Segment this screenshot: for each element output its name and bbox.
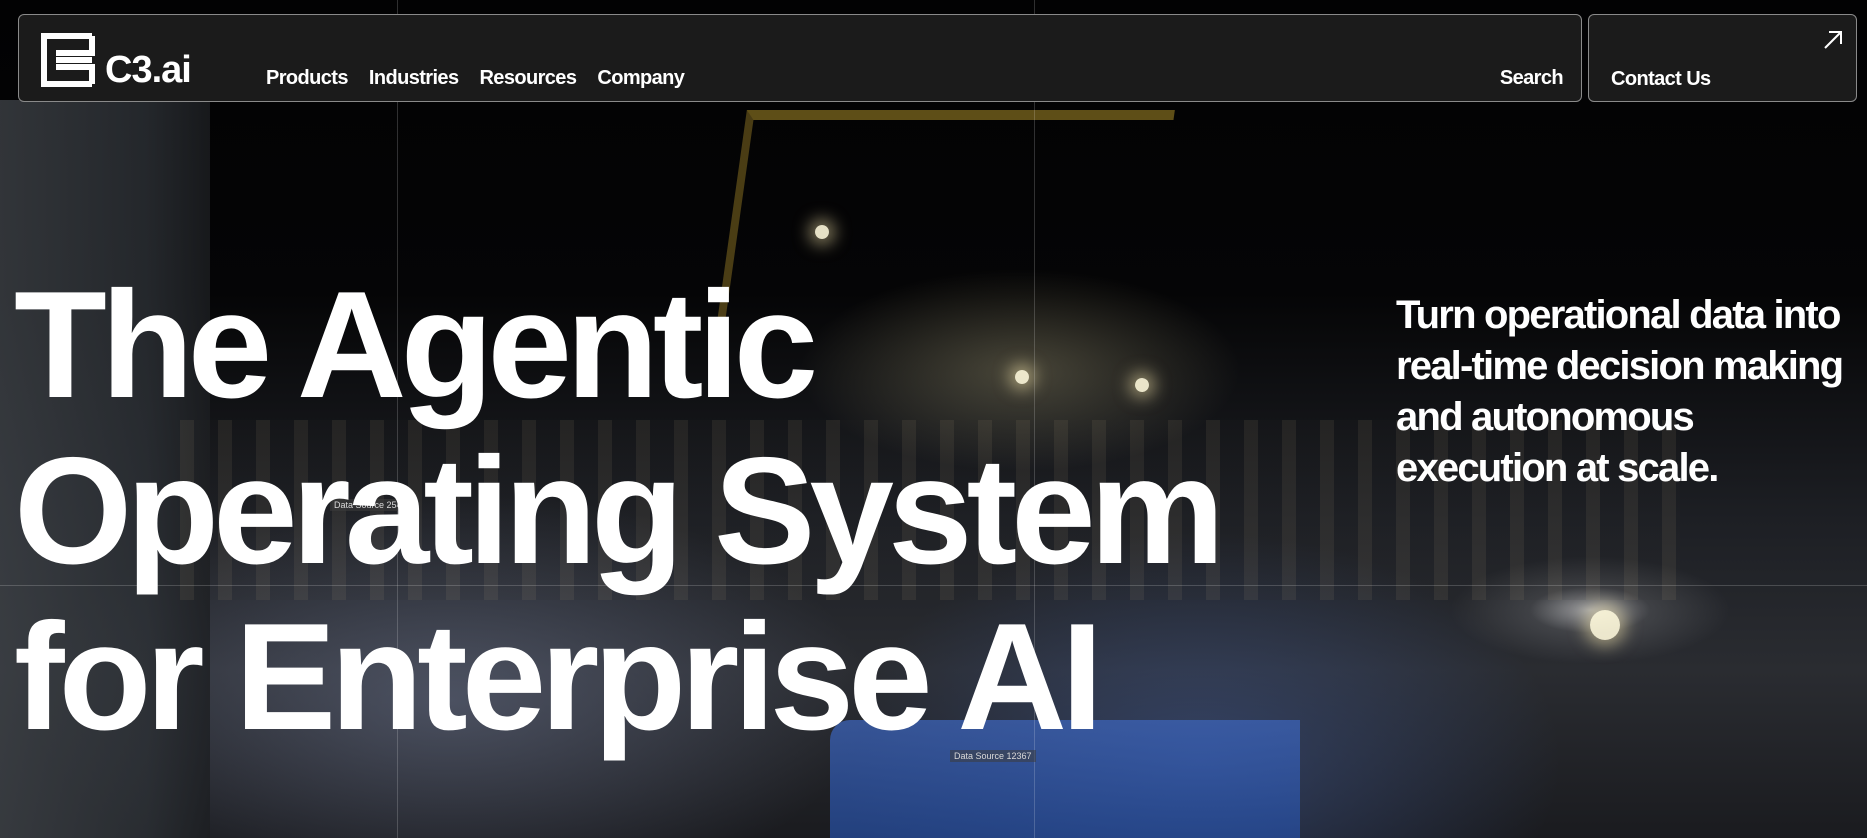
- main-menu: Products Industries Resources Company: [266, 67, 705, 90]
- nav-item-resources[interactable]: Resources: [479, 67, 576, 90]
- contact-us-label: Contact Us: [1611, 68, 1711, 90]
- contact-us-button[interactable]: Contact Us: [1588, 14, 1857, 102]
- background-light: [815, 225, 829, 239]
- nav-item-products[interactable]: Products: [266, 67, 348, 90]
- arrow-up-right-icon: [1824, 31, 1842, 49]
- brand-name: C3.ai: [105, 49, 192, 91]
- nav-item-company[interactable]: Company: [597, 67, 685, 90]
- hero-headline-line: Operating System: [14, 426, 1225, 596]
- hero-headline-line: for Enterprise AI: [14, 592, 1103, 762]
- hero-subheadline: Turn operational data into real-time dec…: [1396, 293, 1844, 490]
- search-button[interactable]: Search: [1500, 67, 1564, 90]
- hero-headline-line: The Agentic: [14, 260, 818, 430]
- brand-logo[interactable]: C3.ai: [41, 33, 192, 91]
- c3-logo-icon: [41, 33, 95, 87]
- background-light: [1590, 610, 1620, 640]
- nav-item-industries[interactable]: Industries: [369, 67, 459, 90]
- top-navigation-bar: C3.ai Products Industries Resources Comp…: [18, 14, 1582, 102]
- hero-section: Data Source 25458 Data Source 12367 C3.a…: [0, 0, 1867, 838]
- hero-headline: The Agentic Operating System for Enterpr…: [14, 260, 1225, 762]
